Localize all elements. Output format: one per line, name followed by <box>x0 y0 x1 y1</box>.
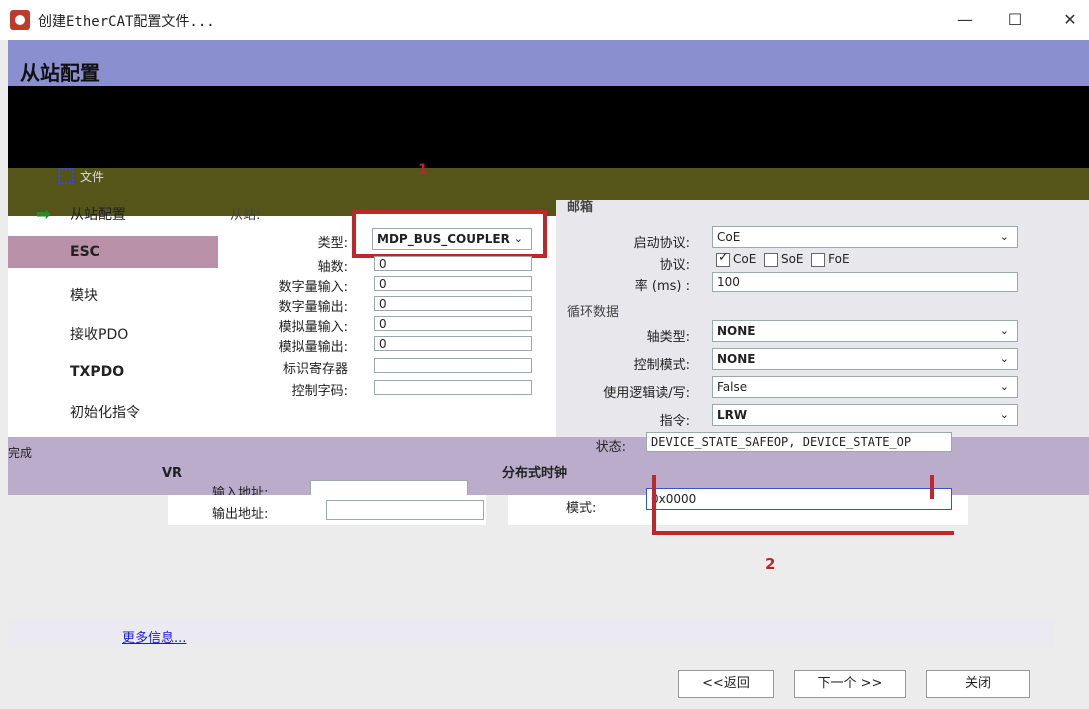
digital-in-label: 数字量输入: <box>278 280 348 295</box>
control-word-label: 控制字码: <box>291 384 348 399</box>
sidebar-item-txpdo[interactable]: TXPDO <box>70 364 124 380</box>
selected-arrow-icon: ➡ <box>36 204 52 225</box>
foe-checkbox[interactable] <box>811 252 826 267</box>
type-select[interactable]: MDP_BUS_COUPLER ⌄ <box>372 228 532 250</box>
finish-label: 完成 <box>8 446 33 460</box>
control-mode-value: NONE <box>717 352 756 366</box>
axis-type-select[interactable]: NONE ⌄ <box>712 320 1018 342</box>
sidebar-item-modules[interactable]: 模块 <box>70 285 98 305</box>
axis-type-value: NONE <box>717 324 756 338</box>
axes-label: 轴数: <box>317 260 348 275</box>
logic-rw-value: False <box>717 380 748 394</box>
control-mode-label: 控制模式: <box>633 358 690 373</box>
more-info-link[interactable]: 更多信息... <box>122 627 186 646</box>
sidebar-item-init-commands[interactable]: 初始化指令 <box>70 402 140 422</box>
control-mode-select[interactable]: NONE ⌄ <box>712 348 1018 370</box>
next-button[interactable]: 下一个 >> <box>794 670 906 698</box>
command-label: 指令: <box>659 414 690 429</box>
logic-rw-select[interactable]: False ⌄ <box>712 376 1018 398</box>
file-icon <box>58 168 74 184</box>
header-dark-band <box>8 86 1089 168</box>
chevron-down-icon: ⌄ <box>513 232 523 245</box>
analog-in-label: 模拟量输入: <box>278 320 348 335</box>
foe-label: FoE <box>828 252 850 266</box>
chevron-down-icon: ⌄ <box>999 380 1009 393</box>
state-field[interactable]: DEVICE_STATE_SAFEOP, DEVICE_STATE_OP <box>646 432 952 452</box>
start-protocol-select[interactable]: CoE ⌄ <box>712 226 1018 248</box>
axes-field[interactable]: 0 <box>374 256 532 271</box>
command-select[interactable]: LRW ⌄ <box>712 404 1018 426</box>
command-value: LRW <box>717 408 748 422</box>
id-register-field[interactable] <box>374 358 532 373</box>
rate-field[interactable]: 100 <box>712 272 1018 292</box>
page-title: 从站配置 <box>20 61 100 85</box>
mode-label: 模式: <box>566 501 597 516</box>
minimize-button[interactable]: — <box>945 6 985 34</box>
digital-out-field[interactable]: 0 <box>374 296 532 311</box>
nav-highlight-band <box>8 236 218 268</box>
back-button[interactable]: <<返回 <box>678 670 774 698</box>
output-address-field[interactable] <box>326 500 484 520</box>
control-word-field[interactable] <box>374 380 532 395</box>
rate-label: 率 (ms) : <box>634 279 690 294</box>
protocol-checkboxes: ✓ CoE SoE FoE <box>716 250 850 267</box>
annotation-box-2 <box>652 475 954 535</box>
sidebar-item-rxpdo[interactable]: 接收PDO <box>70 324 128 344</box>
analog-in-field[interactable]: 0 <box>374 316 532 331</box>
logic-rw-label: 使用逻辑读/写: <box>603 386 690 401</box>
annotation-marker-1: 1 <box>418 162 428 178</box>
annotation-marker-2: 2 <box>765 555 776 573</box>
header-band <box>8 40 1089 86</box>
type-label: 类型: <box>317 236 348 251</box>
type-value: MDP_BUS_COUPLER <box>377 232 510 246</box>
soe-label: SoE <box>780 252 804 266</box>
coe-label: CoE <box>733 252 757 266</box>
window-title: 创建EtherCAT配置文件... <box>38 14 215 30</box>
chevron-down-icon: ⌄ <box>999 324 1009 337</box>
chevron-down-icon: ⌄ <box>999 230 1009 243</box>
cyclic-section-label: 循环数据 <box>567 305 620 320</box>
analog-out-label: 模拟量输出: <box>278 340 348 355</box>
digital-out-label: 数字量输出: <box>278 300 348 315</box>
protocol-label: 协议: <box>659 258 690 273</box>
axis-type-label: 轴类型: <box>646 330 690 345</box>
dc-section-label: 分布式时钟 <box>502 466 568 481</box>
chevron-down-icon: ⌄ <box>999 408 1009 421</box>
mailbox-section-label: 邮箱 <box>567 200 594 215</box>
output-address-label: 输出地址: <box>212 507 269 522</box>
chevron-down-icon: ⌄ <box>999 352 1009 365</box>
app-icon <box>10 10 30 30</box>
coe-checkbox[interactable]: ✓ <box>716 250 730 267</box>
state-label: 状态: <box>595 440 626 455</box>
digital-in-field[interactable]: 0 <box>374 276 532 291</box>
annotation-box-2-edge <box>930 475 934 499</box>
close-window-button[interactable]: ✕ <box>1050 6 1089 34</box>
vr-section-label: VR <box>162 466 183 481</box>
soe-checkbox[interactable] <box>763 252 778 267</box>
analog-out-field[interactable]: 0 <box>374 336 532 351</box>
slave-section-label: 从站: <box>230 208 261 223</box>
sidebar-item-esc[interactable]: ESC <box>70 244 100 260</box>
start-protocol-label: 启动协议: <box>633 236 690 251</box>
id-register-label: 标识寄存器 <box>282 362 348 377</box>
sidebar-item-slave-config[interactable]: 从站配置 <box>70 204 126 224</box>
files-label: 文件 <box>80 170 105 184</box>
maximize-button[interactable]: ☐ <box>995 6 1035 34</box>
close-button[interactable]: 关闭 <box>926 670 1030 698</box>
start-protocol-value: CoE <box>717 230 741 244</box>
